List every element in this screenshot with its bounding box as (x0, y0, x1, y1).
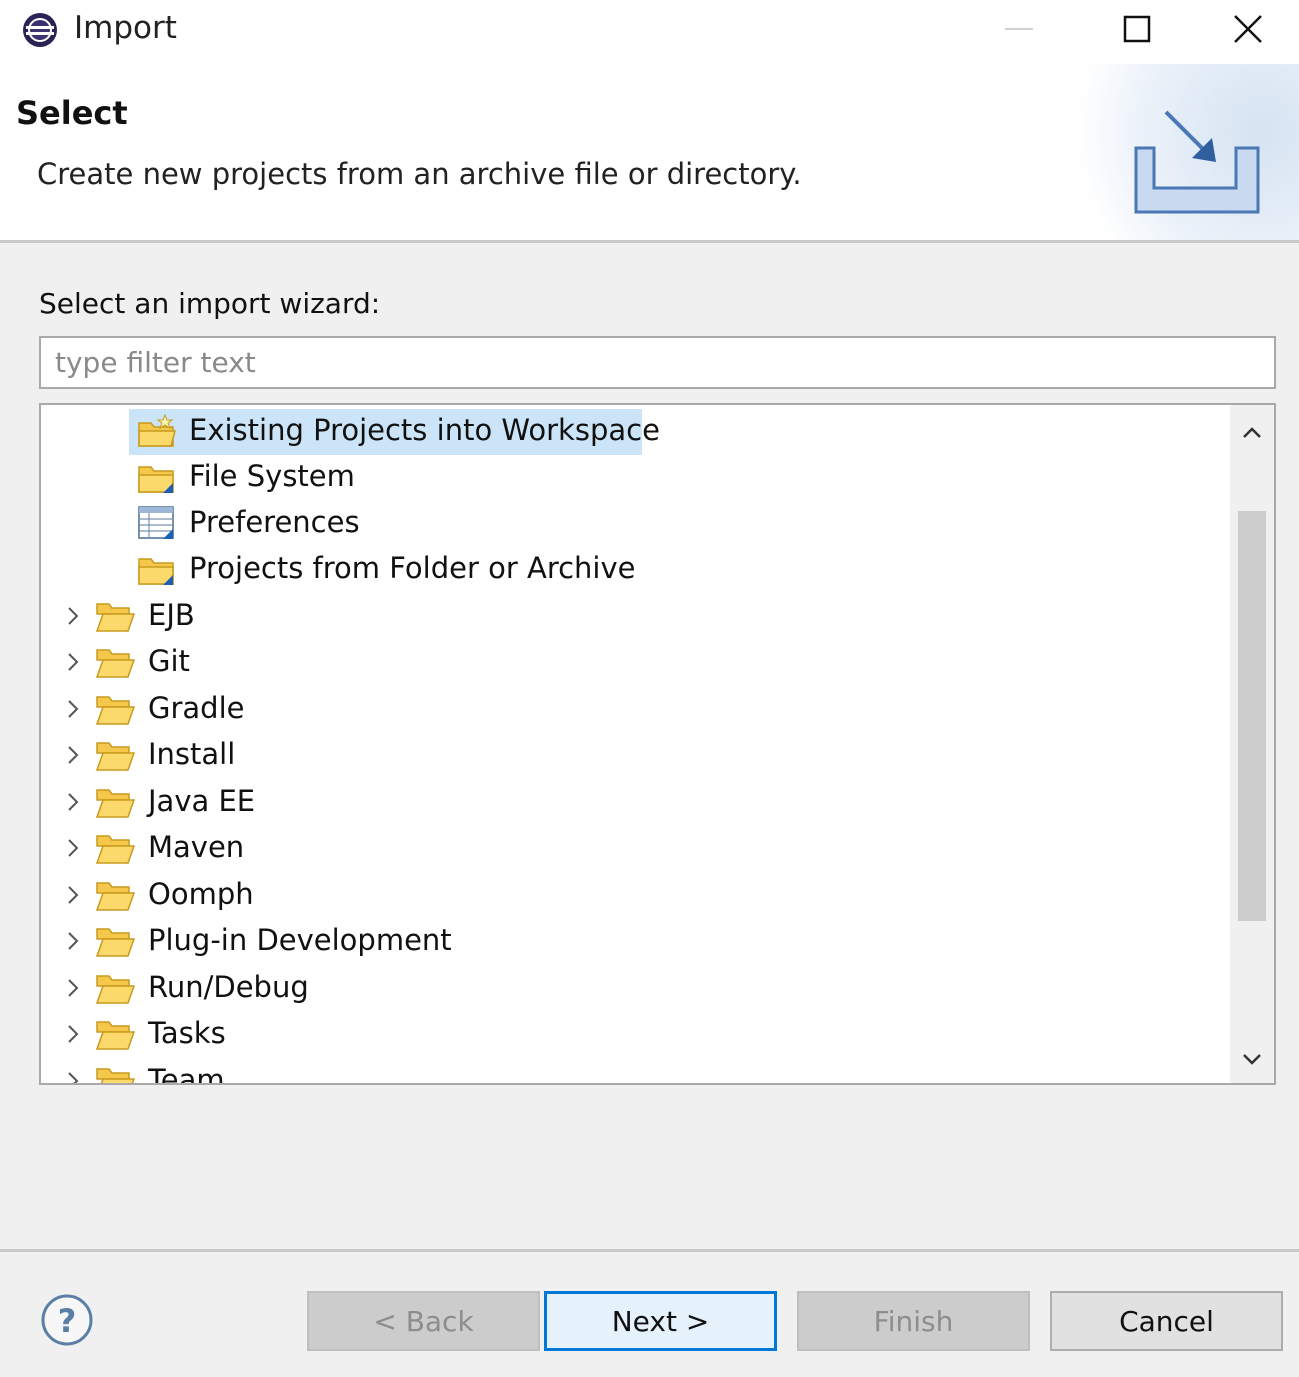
tree-category-install[interactable]: Install (41, 733, 1231, 777)
import-wizard-icon (1134, 110, 1260, 214)
tree-item-existing-projects[interactable]: Existing Projects into Workspace (41, 409, 1231, 455)
tree-item-file-system[interactable]: File System (41, 455, 1231, 499)
maximize-icon (1123, 15, 1151, 43)
eclipse-icon (20, 10, 60, 50)
maximize-button[interactable] (1078, 0, 1196, 58)
window-title: Import (74, 10, 177, 46)
title-bar: Import (0, 0, 1299, 64)
preferences-icon (138, 506, 174, 539)
chevron-right-icon[interactable] (59, 974, 87, 1002)
svg-text:?: ? (58, 1302, 77, 1340)
chevron-right-icon[interactable] (59, 881, 87, 909)
scroll-up-button[interactable] (1230, 409, 1274, 457)
banner-separator (0, 240, 1299, 243)
wizard-tree[interactable]: Existing Projects into Workspace File Sy… (39, 403, 1276, 1085)
scroll-down-button[interactable] (1230, 1035, 1274, 1083)
chevron-right-icon[interactable] (59, 834, 87, 862)
close-button[interactable] (1196, 0, 1299, 58)
tree-item-label: Java EE (148, 784, 256, 818)
tree-scrollbar[interactable] (1230, 405, 1274, 1083)
tree-item-label: Git (148, 644, 190, 678)
tree-category-ejb[interactable]: EJB (41, 594, 1231, 638)
page-description: Create new projects from an archive file… (37, 157, 802, 191)
tree-item-label: Plug-in Development (148, 923, 452, 957)
tree-item-label: Preferences (189, 505, 360, 539)
folder-open-icon (95, 975, 135, 1004)
folder-open-icon (95, 928, 135, 957)
tree-category-run-debug[interactable]: Run/Debug (41, 966, 1231, 1010)
tree-item-label: Projects from Folder or Archive (189, 551, 636, 585)
minimize-icon (1005, 28, 1033, 30)
folder-open-icon (95, 696, 135, 725)
footer-separator (0, 1249, 1299, 1252)
minimize-button[interactable] (960, 0, 1078, 58)
chevron-right-icon[interactable] (59, 648, 87, 676)
tree-item-label: Oomph (148, 877, 254, 911)
tree-item-label: Run/Debug (148, 970, 309, 1004)
folder-import-icon (138, 466, 174, 493)
tree-item-label: Maven (148, 830, 245, 864)
chevron-down-icon (1243, 1054, 1261, 1065)
tree-item-preferences[interactable]: Preferences (41, 501, 1231, 545)
folder-open-icon (95, 882, 135, 911)
tree-item-label: Install (148, 737, 236, 771)
folder-open-icon (95, 649, 135, 678)
tree-item-label: Existing Projects into Workspace (189, 413, 660, 447)
tree-category-git[interactable]: Git (41, 640, 1231, 684)
folder-open-icon (96, 1068, 135, 1083)
chevron-right-icon[interactable] (59, 741, 87, 769)
chevron-right-icon[interactable] (59, 695, 87, 723)
tree-item-projects-from-folder[interactable]: Projects from Folder or Archive (41, 547, 1231, 591)
finish-button[interactable]: Finish (797, 1291, 1030, 1351)
cancel-button[interactable]: Cancel (1050, 1291, 1283, 1351)
tree-category-maven[interactable]: Maven (41, 826, 1231, 870)
folder-open-icon (95, 835, 135, 864)
chevron-right-icon[interactable] (59, 788, 87, 816)
tree-category-tasks[interactable]: Tasks (41, 1012, 1231, 1056)
help-icon[interactable]: ? (40, 1293, 94, 1347)
scroll-thumb[interactable] (1238, 511, 1266, 921)
tree-category-plugin-development[interactable]: Plug-in Development (41, 919, 1231, 963)
tree-item-label: Tasks (148, 1016, 226, 1050)
chevron-right-icon[interactable] (59, 927, 87, 955)
chevron-right-icon[interactable] (59, 1067, 87, 1085)
folder-import-icon (138, 558, 174, 585)
wizard-banner: Select Create new projects from an archi… (0, 64, 1299, 240)
tree-category-oomph[interactable]: Oomph (41, 873, 1231, 917)
tree-item-label: Team (148, 1063, 225, 1085)
filter-input[interactable] (39, 336, 1276, 389)
folder-open-icon (95, 603, 135, 632)
tree-item-label: File System (189, 459, 355, 493)
tree-item-label: EJB (148, 598, 195, 632)
tree-category-java-ee[interactable]: Java EE (41, 780, 1231, 824)
close-icon (1233, 15, 1262, 43)
chevron-right-icon[interactable] (59, 1020, 87, 1048)
chevron-right-icon[interactable] (59, 602, 87, 630)
wizard-prompt-label: Select an import wizard: (39, 287, 381, 320)
chevron-up-icon (1243, 427, 1261, 438)
back-button[interactable]: < Back (307, 1291, 540, 1351)
tree-category-team[interactable]: Team (41, 1059, 1231, 1085)
folder-open-icon (95, 742, 135, 771)
tree-category-gradle[interactable]: Gradle (41, 687, 1231, 731)
next-button[interactable]: Next > (544, 1291, 777, 1351)
tree-item-label: Gradle (148, 691, 245, 725)
folder-open-icon (95, 789, 135, 818)
existing-project-icon (138, 413, 176, 447)
page-title: Select (16, 94, 128, 132)
folder-open-icon (95, 1021, 135, 1050)
